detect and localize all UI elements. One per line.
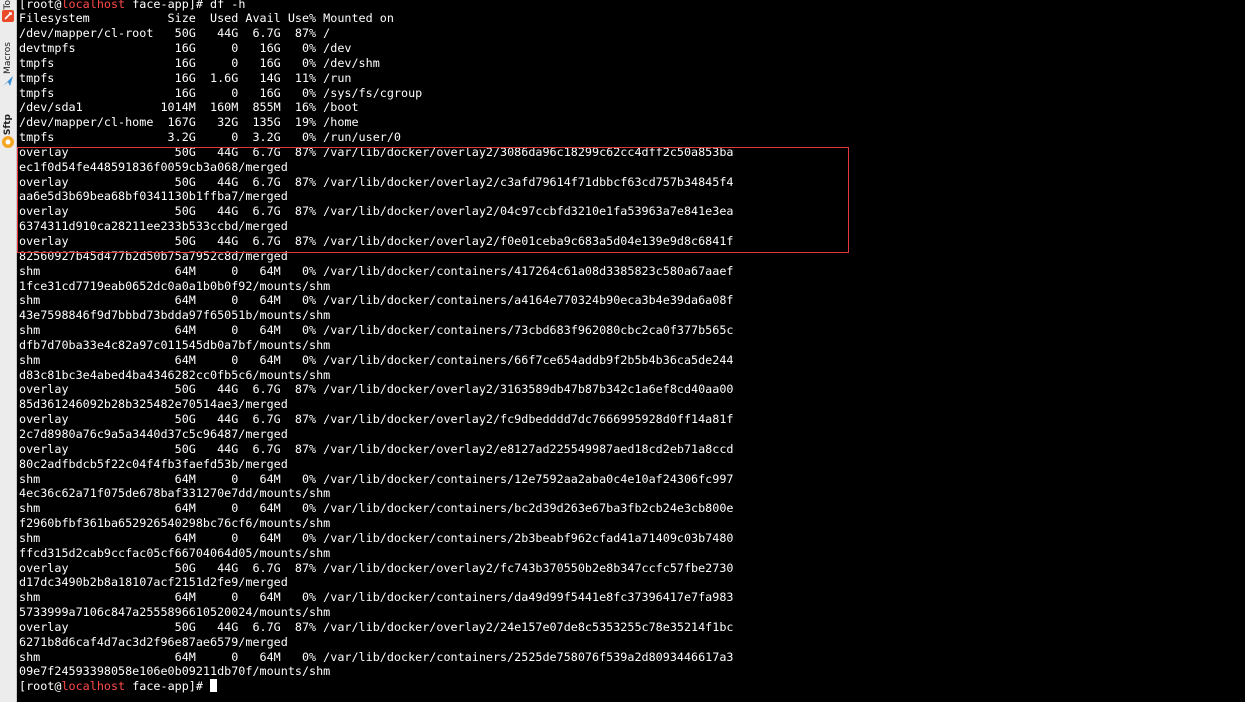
output-line: shm 64M 0 64M 0% /var/lib/docker/contain…	[19, 530, 734, 545]
output-line: shm 64M 0 64M 0% /var/lib/docker/contain…	[19, 471, 734, 486]
prompt-user: root	[26, 679, 55, 694]
output-line: overlay 50G 44G 6.7G 87% /var/lib/docker…	[19, 174, 734, 189]
output-line: d17dc3490b2b8a18107acf2151d2fe9/merged	[19, 575, 288, 590]
prompt-line-current[interactable]: [root@localhost face-app]#	[19, 679, 1245, 694]
output-line: overlay 50G 44G 6.7G 87% /var/lib/docker…	[19, 441, 734, 456]
prompt-host: localhost	[61, 679, 126, 694]
output-line: 4ec36c62a71f075de678baf331270e7dd/mounts…	[19, 486, 331, 501]
prompt-dir: face-app	[132, 679, 189, 694]
output-line: 5733999a7106c847a2555896610520024/mounts…	[19, 605, 331, 620]
output-line: overlay 50G 44G 6.7G 87% /var/lib/docker…	[19, 412, 734, 427]
output-line: /dev/sda1 1014M 160M 855M 16% /boot	[19, 100, 359, 115]
tools-icon	[2, 10, 14, 23]
macro-icon	[3, 75, 13, 86]
side-tab-macros[interactable]: Macros	[0, 42, 16, 88]
output-line: shm 64M 0 64M 0% /var/lib/docker/contain…	[19, 352, 734, 367]
output-line: /dev/mapper/cl-root 50G 44G 6.7G 87% /	[19, 26, 331, 41]
output-line: tmpfs 16G 0 16G 0% /dev/shm	[19, 55, 380, 70]
prompt-line: [root@localhost face-app]# df -h	[19, 0, 1245, 11]
sftp-icon	[2, 136, 14, 149]
output-line: 6374311d910ca28211ee233b533ccbd/merged	[19, 219, 288, 234]
cursor-block	[210, 679, 218, 693]
output-line: tmpfs 3.2G 0 3.2G 0% /run/user/0	[19, 130, 402, 145]
output-line: 80c2adfbdcb5f22c04f4fb3faefd53b/merged	[19, 456, 288, 471]
output-line: /dev/mapper/cl-home 167G 32G 135G 19% /h…	[19, 115, 359, 130]
output-line: overlay 50G 44G 6.7G 87% /var/lib/docker…	[19, 204, 734, 219]
output-line: overlay 50G 44G 6.7G 87% /var/lib/docker…	[19, 560, 734, 575]
output-line: overlay 50G 44G 6.7G 87% /var/lib/docker…	[19, 144, 734, 159]
output-line: ec1f0d54fe448591836f0059cb3a068/merged	[19, 159, 288, 174]
output-line: shm 64M 0 64M 0% /var/lib/docker/contain…	[19, 649, 734, 664]
output-line: shm 64M 0 64M 0% /var/lib/docker/contain…	[19, 590, 734, 605]
terminal-output[interactable]: [root@localhost face-app]# df -h Filesys…	[19, 0, 1245, 702]
output-line: overlay 50G 44G 6.7G 87% /var/lib/docker…	[19, 234, 734, 248]
output-line: d83c81bc3e4abed4ba4346282cc0fb5c6/mounts…	[19, 367, 331, 382]
output-line: overlay 50G 44G 6.7G 87% /var/lib/docker…	[19, 382, 734, 397]
prompt-host: localhost	[61, 0, 126, 11]
side-tab-tools[interactable]: To	[0, 0, 16, 23]
output-line: 82560927b45d477b2d50b75a7952c8d/merged	[19, 248, 288, 263]
output-line: 1fce31cd7719eab0652dc0a0a1b0b0f92/mounts…	[19, 278, 331, 293]
output-line: shm 64M 0 64M 0% /var/lib/docker/contain…	[19, 501, 734, 516]
output-line: dfb7d70ba33e4c82a97c011545db0a7bf/mounts…	[19, 337, 331, 352]
output-line: shm 64M 0 64M 0% /var/lib/docker/contain…	[19, 323, 734, 338]
side-panel: To Macros Sftp	[0, 0, 17, 702]
output-line: devtmpfs 16G 0 16G 0% /dev	[19, 41, 352, 56]
output-line: tmpfs 16G 1.6G 14G 11% /run	[19, 70, 352, 85]
output-line: overlay 50G 44G 6.7G 87% /var/lib/docker…	[19, 619, 734, 634]
command-text: df -h	[210, 0, 246, 11]
output-line: shm 64M 0 64M 0% /var/lib/docker/contain…	[19, 293, 734, 308]
side-tab-macros-label: Macros	[3, 42, 13, 74]
side-tab-sftp[interactable]: Sftp	[0, 114, 16, 149]
output-line: 09e7f24593398058e106e0b09211db70f/mounts…	[19, 664, 331, 679]
side-tab-sftp-label: Sftp	[3, 114, 13, 136]
output-line: 6271b8d6caf4d7ac3d2f96e87ae6579/merged	[19, 634, 288, 649]
output-line: shm 64M 0 64M 0% /var/lib/docker/contain…	[19, 263, 734, 278]
df-output: Filesystem Size Used Avail Use% Mounted …	[19, 11, 1245, 679]
output-line: Filesystem Size Used Avail Use% Mounted …	[19, 11, 394, 26]
output-line: 2c7d8980a76c9a5a3440d37c5c96487/merged	[19, 426, 288, 441]
output-line: f2960bfbf361ba652926540298bc76cf6/mounts…	[19, 516, 331, 531]
output-line: 85d361246092b28b325482e70514ae3/merged	[19, 397, 288, 412]
output-line: ffcd315d2cab9ccfac05cf66704064d05/mounts…	[19, 545, 331, 560]
output-line: 43e7598846f9d7bbbd73bdda97f65051b/mounts…	[19, 308, 331, 323]
prompt-user: root	[26, 0, 55, 11]
side-tab-tools-label: To	[3, 0, 13, 10]
output-line: aa6e5d3b69bea68bf0341130b1ffba7/merged	[19, 189, 288, 204]
prompt-dir: face-app	[132, 0, 189, 11]
output-line: tmpfs 16G 0 16G 0% /sys/fs/cgroup	[19, 85, 423, 100]
